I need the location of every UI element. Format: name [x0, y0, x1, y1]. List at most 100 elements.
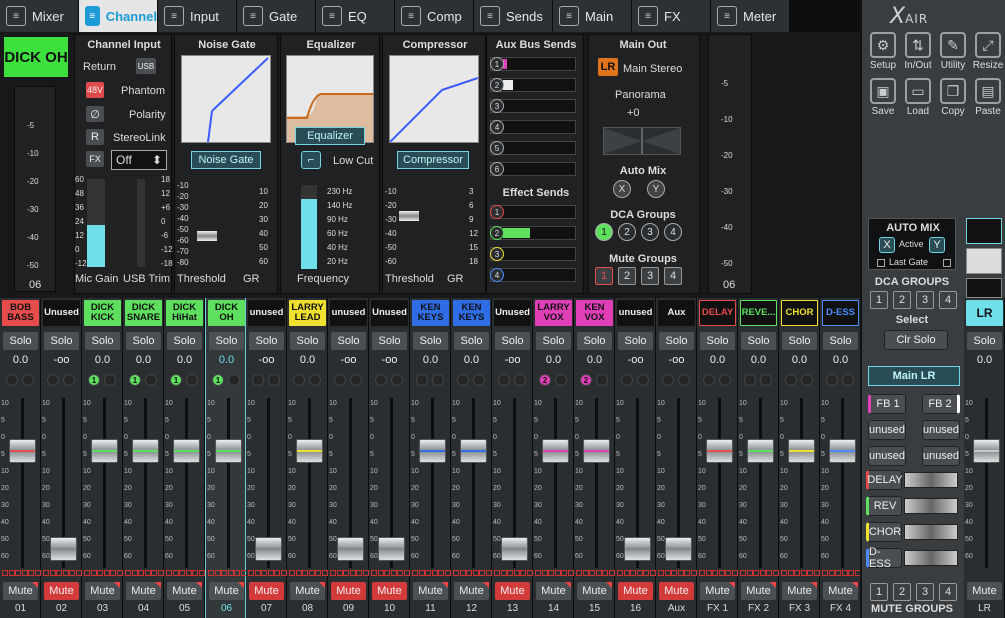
equalizer-button[interactable]: Equalizer: [295, 127, 365, 145]
lr-button[interactable]: LR: [597, 57, 619, 77]
dca-indicator[interactable]: [457, 374, 469, 386]
sidebar-mute-group-3[interactable]: 3: [916, 583, 934, 601]
solo-button[interactable]: Solo: [413, 332, 448, 350]
fx-button[interactable]: FX: [85, 150, 105, 168]
solo-button[interactable]: Solo: [44, 332, 79, 350]
fader-knob[interactable]: [583, 439, 610, 463]
mute-button[interactable]: Mute: [823, 582, 858, 600]
sidebar-dca-4[interactable]: 4: [939, 291, 957, 309]
lr-name-label[interactable]: LR: [966, 300, 1003, 326]
fader-knob[interactable]: [747, 439, 774, 463]
mute-button[interactable]: Mute: [372, 582, 407, 600]
tab-eq[interactable]: ≡ EQ: [316, 0, 395, 32]
polarity-button[interactable]: ∅: [85, 105, 105, 123]
dca-indicator[interactable]: [350, 374, 362, 386]
tool-in-out[interactable]: ⇅ In/Out: [901, 32, 935, 71]
solo-button[interactable]: Solo: [3, 332, 38, 350]
solo-button[interactable]: Solo: [209, 332, 244, 350]
tool-paste[interactable]: ▤ Paste: [971, 78, 1005, 117]
lr-fader-knob[interactable]: [973, 439, 1000, 463]
tab-mixer[interactable]: ≡ Mixer: [0, 0, 79, 32]
solo-button[interactable]: Solo: [577, 332, 612, 350]
bus-5-button[interactable]: unused: [868, 446, 906, 466]
lr-solo-button[interactable]: Solo: [967, 332, 1002, 350]
fx-4-button[interactable]: D-ESS: [866, 546, 902, 570]
dca-indicator[interactable]: [703, 374, 715, 386]
sidebar-mute-group-2[interactable]: 2: [893, 583, 911, 601]
effect-send-4[interactable]: 4: [490, 268, 576, 282]
automix-graph-3[interactable]: [966, 278, 1002, 298]
channel-name-label[interactable]: BOB BASS: [2, 300, 39, 326]
dca-indicator[interactable]: [416, 374, 428, 386]
fader-knob[interactable]: [419, 439, 446, 463]
stereolink-button[interactable]: R: [85, 128, 105, 146]
solo-button[interactable]: Solo: [167, 332, 202, 350]
dca-indicator[interactable]: [252, 374, 264, 386]
channel-name-label[interactable]: CHOR: [781, 300, 818, 326]
usb-button[interactable]: USB: [135, 57, 157, 75]
dca-indicator[interactable]: 2: [580, 374, 592, 386]
tab-main[interactable]: ≡ Main: [553, 0, 632, 32]
last-gate-checkbox[interactable]: [877, 259, 885, 267]
fader-knob[interactable]: [378, 537, 405, 561]
channel-name-label[interactable]: Unused: [371, 300, 408, 326]
mute-button[interactable]: Mute: [577, 582, 612, 600]
dca-indicator[interactable]: [621, 374, 633, 386]
main-mute-group-2[interactable]: 2: [618, 267, 636, 285]
dca-indicator[interactable]: [145, 374, 157, 386]
fader-knob[interactable]: [132, 439, 159, 463]
dca-indicator[interactable]: 1: [212, 374, 224, 386]
fader-knob[interactable]: [296, 439, 323, 463]
fader-knob[interactable]: [173, 439, 200, 463]
tool-utility[interactable]: ✎ Utility: [936, 32, 970, 71]
solo-button[interactable]: Solo: [85, 332, 120, 350]
dca-indicator[interactable]: [678, 374, 690, 386]
tool-copy[interactable]: ❐ Copy: [936, 78, 970, 117]
dca-indicator[interactable]: [228, 374, 240, 386]
fader-knob[interactable]: [50, 537, 77, 561]
bus-1-button[interactable]: FB 1: [868, 394, 906, 414]
tab-sends[interactable]: ≡ Sends: [474, 0, 553, 32]
dca-indicator[interactable]: 1: [88, 374, 100, 386]
dca-indicator[interactable]: [514, 374, 526, 386]
bus-4-button[interactable]: unused: [922, 420, 960, 440]
dca-indicator[interactable]: [760, 374, 772, 386]
fader-knob[interactable]: [337, 537, 364, 561]
channel-name-label[interactable]: REVE...: [740, 300, 777, 326]
main-dca-3[interactable]: 3: [641, 223, 659, 241]
tab-gate[interactable]: ≡ Gate: [237, 0, 316, 32]
main-lr-button[interactable]: Main LR: [868, 366, 960, 386]
dca-indicator[interactable]: [375, 374, 387, 386]
dca-indicator[interactable]: [63, 374, 75, 386]
dca-indicator[interactable]: [186, 374, 198, 386]
mute-button[interactable]: Mute: [167, 582, 202, 600]
sidebar-dca-1[interactable]: 1: [870, 291, 888, 309]
mute-button[interactable]: Mute: [126, 582, 161, 600]
solo-button[interactable]: Solo: [372, 332, 407, 350]
solo-button[interactable]: Solo: [659, 332, 694, 350]
clr-solo-button[interactable]: Clr Solo: [884, 330, 948, 350]
mute-button[interactable]: Mute: [659, 582, 694, 600]
fx-3-button[interactable]: CHOR: [866, 522, 902, 542]
fx-select[interactable]: Off ⬍: [111, 150, 167, 170]
channel-name-label[interactable]: Unused: [43, 300, 80, 326]
low-cut-button[interactable]: ⌐: [301, 151, 321, 169]
dca-indicator[interactable]: [555, 374, 567, 386]
tab-comp[interactable]: ≡ Comp: [395, 0, 474, 32]
phantom-button[interactable]: 48V: [85, 81, 105, 99]
main-mute-group-4[interactable]: 4: [664, 267, 682, 285]
dca-indicator[interactable]: [6, 374, 18, 386]
channel-name-label[interactable]: Unused: [494, 300, 531, 326]
aux-send-5[interactable]: 5: [490, 141, 576, 155]
dca-indicator[interactable]: [596, 374, 608, 386]
fader-knob[interactable]: [91, 439, 118, 463]
solo-button[interactable]: Solo: [536, 332, 571, 350]
mute-button[interactable]: Mute: [413, 582, 448, 600]
mute-button[interactable]: Mute: [782, 582, 817, 600]
automix-y-button[interactable]: Y: [647, 180, 665, 198]
channel-name-label[interactable]: unused: [248, 300, 285, 326]
fader-knob[interactable]: [624, 537, 651, 561]
channel-name-label[interactable]: DICK OH: [208, 300, 245, 326]
bus-3-button[interactable]: unused: [868, 420, 906, 440]
fader-knob[interactable]: [542, 439, 569, 463]
